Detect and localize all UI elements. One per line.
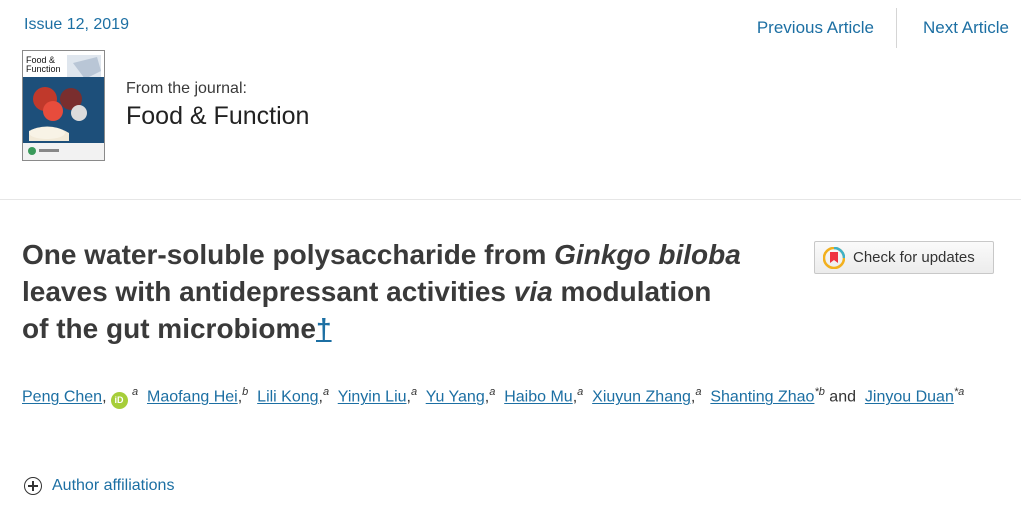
author-link[interactable]: Yinyin Liu: [338, 388, 407, 405]
journal-cover-art: Food & Function: [23, 51, 104, 160]
author-affiliation-sup: a: [410, 386, 418, 398]
author-link[interactable]: Xiuyun Zhang: [592, 388, 691, 405]
journal-name[interactable]: Food & Function: [126, 102, 309, 131]
author-affiliations-label: Author affiliations: [52, 477, 175, 494]
author-link[interactable]: Yu Yang: [426, 388, 485, 405]
header-divider: [0, 199, 1021, 200]
author-affiliation-sup: a: [131, 386, 139, 398]
author-link[interactable]: Maofang Hei: [147, 388, 238, 405]
author-affiliation-sup: *b: [814, 386, 825, 398]
author-affiliation-sup: a: [577, 386, 584, 398]
cover-title-line2: Function: [26, 64, 61, 74]
journal-info: From the journal: Food & Function: [126, 80, 309, 131]
author-link[interactable]: Haibo Mu: [504, 388, 572, 405]
author-affiliation-sup: *a: [953, 386, 965, 398]
author-link[interactable]: Lili Kong: [257, 388, 318, 405]
electronic-supplementary-dagger-link[interactable]: †: [316, 313, 332, 344]
authors-and-text: and: [829, 388, 856, 406]
author-list: Peng Chen, iD a Maofang Hei,b Lili Kong,a…: [22, 375, 997, 414]
title-italic-1: Ginkgo biloba: [554, 239, 741, 270]
orcid-icon[interactable]: iD: [110, 392, 128, 410]
title-part-2: leaves with antidepressant activities: [22, 276, 514, 307]
author-link[interactable]: Peng Chen: [22, 388, 102, 405]
article-navigation: Previous Article Next Article: [757, 8, 1009, 48]
author-affiliation-sup: a: [695, 386, 702, 398]
author-affiliation-sup: a: [323, 386, 330, 398]
author-link[interactable]: Jinyou Duan: [865, 388, 954, 405]
author-affiliation-sup: a: [489, 386, 496, 398]
check-for-updates-button[interactable]: Check for updates: [814, 241, 994, 274]
author-affiliations-toggle[interactable]: Author affiliations: [24, 477, 174, 495]
issue-link[interactable]: Issue 12, 2019: [24, 16, 129, 34]
article-title: One water-soluble polysaccharide from Gi…: [22, 236, 742, 347]
expand-plus-icon: [24, 477, 42, 495]
crossmark-icon: [823, 246, 845, 269]
title-part-1: One water-soluble polysaccharide from: [22, 239, 555, 270]
title-italic-2: via: [513, 276, 553, 307]
author-link[interactable]: Shanting Zhao: [710, 388, 814, 405]
author-affiliation-sup: b: [242, 386, 249, 398]
check-for-updates-label: Check for updates: [853, 249, 975, 266]
journal-cover-image[interactable]: Food & Function: [22, 50, 105, 161]
previous-article-link[interactable]: Previous Article: [757, 8, 898, 48]
next-article-link[interactable]: Next Article: [897, 8, 1009, 48]
from-journal-label: From the journal:: [126, 80, 247, 97]
